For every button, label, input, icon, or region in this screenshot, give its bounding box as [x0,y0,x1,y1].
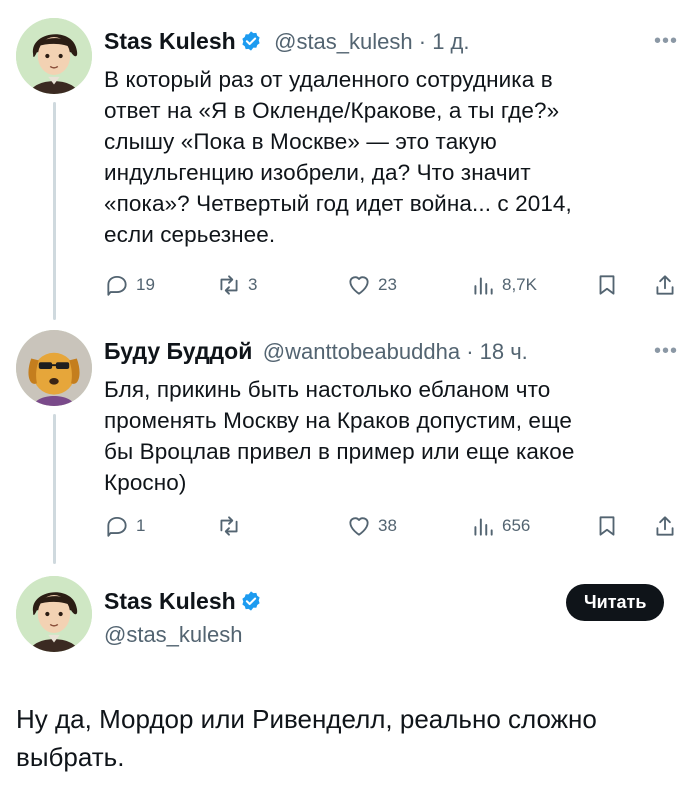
like-count: 38 [378,516,397,535]
avatar-buddha[interactable] [16,330,92,406]
repost-icon [220,516,238,536]
bookmark-icon [599,516,615,536]
repost-count: 3 [248,275,258,294]
verified-badge-icon [242,31,260,51]
tweet3-author-name[interactable]: Stas Kulesh [104,588,236,614]
more-options-icon[interactable]: ••• [654,340,678,363]
tweet2-header: Буду Буддой @wanttobeabuddha · 18 ч. [104,338,528,364]
repost-button[interactable]: 3 [216,272,257,298]
reply-icon [107,275,127,296]
views-button[interactable]: 656 [470,513,530,539]
avatar-illustration-icon [16,18,92,94]
tweet2-timestamp[interactable]: 18 ч. [480,339,528,364]
tweet3-handle[interactable]: @stas_kulesh [104,622,243,648]
thread-line [53,414,56,564]
reply-button[interactable]: 19 [104,272,155,298]
reply-icon [107,516,127,537]
avatar-stas[interactable] [16,576,92,652]
tweet3-line: выбрать. [16,742,125,772]
repost-button[interactable] [216,513,242,539]
like-count: 23 [378,275,397,294]
bookmark-icon [599,275,615,295]
read-button[interactable]: Читать [566,584,665,621]
avatar-dog-illustration-icon [16,330,92,406]
heart-icon [349,276,369,295]
more-options-icon[interactable]: ••• [654,30,678,53]
tweet1-line: если серьезнее. [104,222,276,247]
bookmark-button[interactable] [594,513,620,539]
avatar-illustration-icon [16,576,92,652]
tweet1-actions: 19 3 23 8,7K [104,272,684,302]
reply-count: 1 [136,516,146,535]
tweet1-line: ответ на «Я в Окленде/Кракове, а ты где?… [104,98,560,123]
tweet1-header: Stas Kulesh @stas_kulesh · 1 д. [104,28,470,54]
views-chart-icon [474,518,493,536]
heart-icon [349,517,369,536]
like-button[interactable]: 38 [346,513,397,539]
tweet2-line: променять Москву на Краков допустим, еще [104,408,572,433]
tweet2-author-name[interactable]: Буду Буддой [104,338,252,364]
bookmark-button[interactable] [594,272,620,298]
views-count: 656 [502,516,531,535]
tweet2-line: Бля, прикинь быть настолько ебланом что [104,377,551,402]
verified-badge-icon [242,591,260,611]
tweet2-actions: 1 38 656 [104,513,684,543]
tweet1-line: индульгенцию изобрели, да? Что значит [104,160,531,185]
views-button[interactable]: 8,7K [470,272,537,298]
tweet3-line: Ну да, Мордор или Ривенделл, реально сло… [16,704,597,734]
share-button[interactable] [652,272,678,298]
tweet1-timestamp[interactable]: 1 д. [432,29,469,54]
tweet2-handle[interactable]: @wanttobeabuddha [263,339,460,364]
tweet1-line: слышу «Пока в Москве» — это такую [104,129,497,154]
repost-icon [220,275,238,295]
views-chart-icon [474,277,493,295]
reply-button[interactable]: 1 [104,513,145,539]
views-count: 8,7K [502,275,537,294]
reply-count: 19 [136,275,155,294]
tweet3-text: Ну да, Мордор или Ривенделл, реально сло… [16,700,686,776]
share-icon [656,275,674,295]
avatar-stas[interactable] [16,18,92,94]
tweet1-author-name[interactable]: Stas Kulesh [104,28,236,54]
share-icon [656,516,674,536]
tweet3-header: Stas Kulesh [104,588,262,615]
thread-line [53,102,56,320]
tweet1-handle[interactable]: @stas_kulesh [274,29,413,54]
share-button[interactable] [652,513,678,539]
tweet1-line: В который раз от удаленного сотрудника в [104,67,553,92]
tweet1-text: В который раз от удаленного сотрудника в… [104,64,684,250]
like-button[interactable]: 23 [346,272,397,298]
tweet1-line: «пока»? Четвертый год идет война... с 20… [104,191,572,216]
tweet2-line: Кросно) [104,470,187,495]
tweet2-line: бы Вроцлав привел в пример или еще какое [104,439,575,464]
tweet2-text: Бля, прикинь быть настолько ебланом что … [104,374,684,498]
